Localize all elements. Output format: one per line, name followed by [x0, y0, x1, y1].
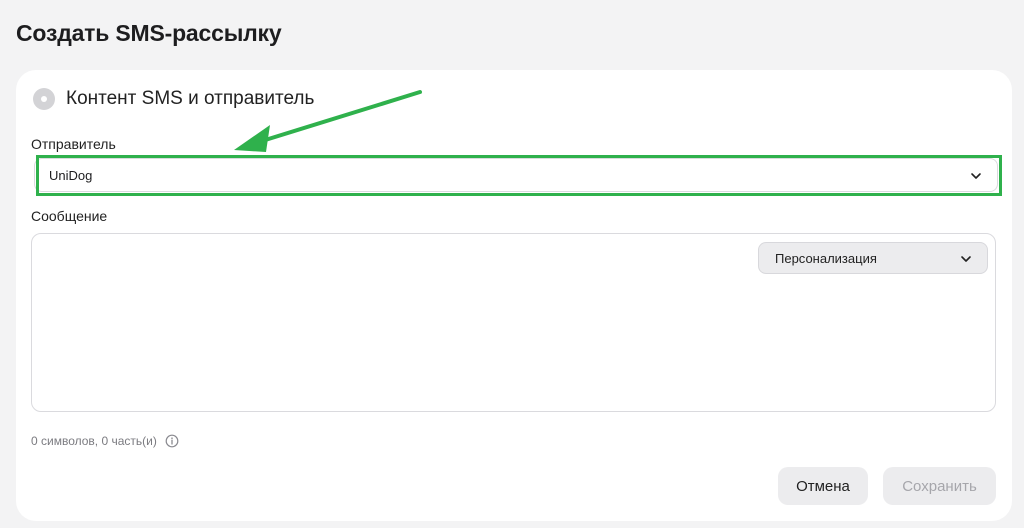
message-textarea[interactable]: Персонализация	[31, 233, 996, 412]
chevron-down-icon	[961, 256, 971, 262]
save-button[interactable]: Сохранить	[883, 467, 996, 505]
page-title: Создать SMS-рассылку	[16, 20, 282, 46]
sender-label: Отправитель	[31, 136, 116, 152]
step-indicator-icon	[33, 88, 55, 110]
personalization-dropdown[interactable]: Персонализация	[758, 242, 988, 274]
form-card: Контент SMS и отправитель Отправитель Un…	[16, 70, 1012, 521]
chevron-down-icon	[971, 173, 981, 179]
message-label: Сообщение	[31, 208, 108, 224]
page: Создать SMS-рассылку Контент SMS и отпра…	[0, 0, 1024, 528]
section-title: Контент SMS и отправитель	[66, 88, 315, 109]
info-icon[interactable]	[165, 434, 179, 448]
sender-select[interactable]: UniDog	[34, 158, 998, 192]
sender-select-value: UniDog	[49, 167, 93, 183]
character-counter: 0 символов, 0 часть(и)	[31, 434, 179, 448]
personalization-label: Персонализация	[775, 250, 877, 266]
counter-text: 0 символов, 0 часть(и)	[31, 434, 157, 448]
section-header: Контент SMS и отправитель	[33, 88, 314, 110]
cancel-button[interactable]: Отмена	[778, 467, 868, 505]
